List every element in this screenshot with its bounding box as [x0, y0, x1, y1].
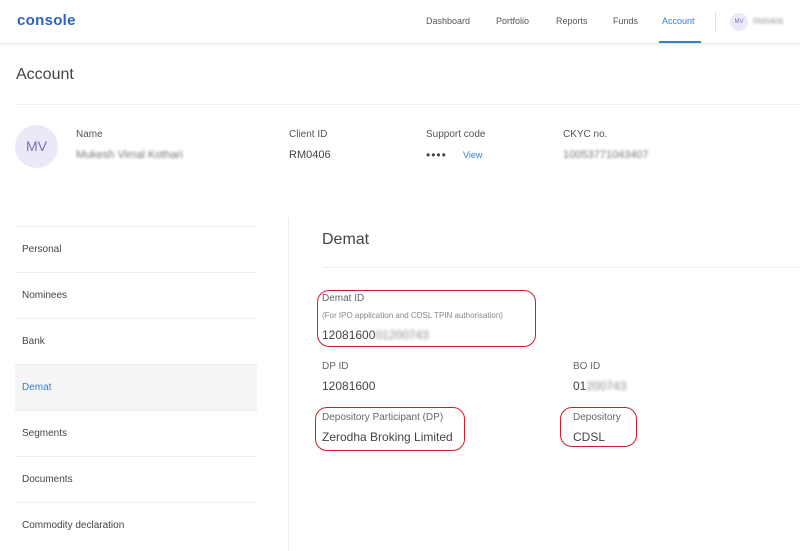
nav-portfolio[interactable]: Portfolio: [496, 16, 529, 26]
profile-avatar: MV: [15, 125, 58, 168]
name-value: Mukesh Vimal Kothari: [76, 149, 183, 161]
dp-id-value: 12081600: [322, 379, 376, 393]
nav-separator: [715, 12, 716, 32]
ckyc-label: CKYC no.: [563, 129, 608, 140]
nav-funds[interactable]: Funds: [613, 16, 638, 26]
user-id-menu[interactable]: RM0406: [753, 17, 783, 26]
bo-id-masked: 200743: [586, 379, 627, 393]
bo-id-label: BO ID: [573, 361, 601, 372]
console-logo[interactable]: console: [17, 12, 76, 29]
user-avatar[interactable]: MV: [730, 13, 748, 31]
name-label: Name: [76, 129, 103, 140]
page-title: Account: [16, 66, 74, 83]
annotation-depository: [560, 407, 637, 447]
sidebar-item-nominees[interactable]: Nominees: [15, 272, 257, 318]
nav-account[interactable]: Account: [662, 16, 695, 26]
dp-id-label: DP ID: [322, 361, 349, 372]
nav-dashboard[interactable]: Dashboard: [426, 16, 470, 26]
top-navbar: console Dashboard Portfolio Reports Fund…: [0, 0, 800, 44]
sidebar-item-personal[interactable]: Personal: [15, 226, 257, 272]
annotation-dp: [315, 407, 465, 451]
section-divider: [322, 267, 800, 268]
active-tab-indicator: [659, 41, 701, 43]
support-code-view-link[interactable]: View: [463, 150, 482, 160]
bo-id-prefix: 01: [573, 379, 587, 393]
nav-reports[interactable]: Reports: [556, 16, 588, 26]
section-title: Demat: [322, 231, 370, 248]
ckyc-value: 10053771043407: [563, 149, 649, 161]
bo-id-value: 01200743: [573, 379, 626, 393]
annotation-demat-id: [317, 290, 536, 347]
title-divider: [16, 104, 800, 105]
support-code-masked: ••••: [426, 148, 447, 162]
sidebar-item-demat[interactable]: Demat: [15, 364, 257, 410]
sidebar-divider: [288, 218, 289, 551]
sidebar-item-documents[interactable]: Documents: [15, 456, 257, 502]
client-id-value: RM0406: [289, 149, 331, 161]
account-sidebar: Personal Nominees Bank Demat Segments Do…: [15, 226, 257, 548]
sidebar-item-bank[interactable]: Bank: [15, 318, 257, 364]
sidebar-item-commodity-declaration[interactable]: Commodity declaration: [15, 502, 257, 548]
client-id-label: Client ID: [289, 129, 328, 140]
sidebar-item-segments[interactable]: Segments: [15, 410, 257, 456]
support-code-label: Support code: [426, 129, 486, 140]
